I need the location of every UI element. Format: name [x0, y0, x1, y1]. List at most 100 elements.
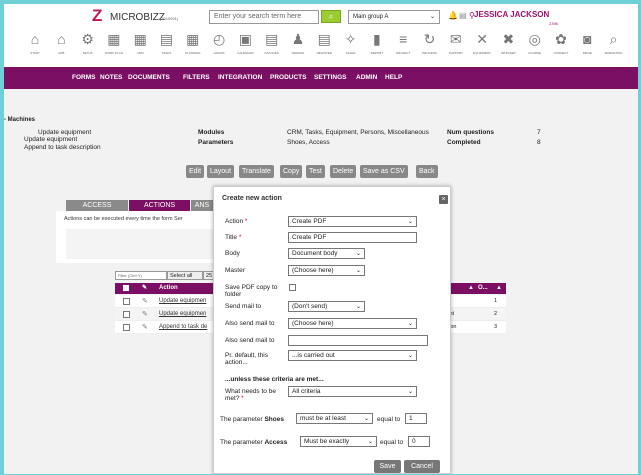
microbizz-logo[interactable]: Z — [92, 6, 102, 26]
toolbar-tasks-button[interactable]: ▤ Tasks — [156, 27, 178, 65]
delete-button[interactable]: Delete — [330, 165, 357, 178]
user-name[interactable]: JESSICA JACKSON — [474, 10, 549, 19]
action-select[interactable]: Create PDF ⌄ — [288, 216, 417, 227]
save-button[interactable]: Save — [374, 460, 401, 473]
action-label: Action * — [225, 218, 248, 225]
calendar-icon: ▣ — [238, 31, 252, 47]
toolbar-label: Connect — [553, 51, 569, 55]
layout-button[interactable]: Layout — [207, 165, 235, 178]
cancel-button[interactable]: Cancel — [404, 460, 440, 473]
toolbar-project-button[interactable]: ≡ Project — [392, 27, 414, 65]
nav-forms[interactable]: FORMS — [72, 74, 95, 81]
edit-pencil-icon[interactable]: ✎ — [142, 323, 148, 331]
copy-button[interactable]: Copy — [280, 165, 303, 178]
send-mail-select[interactable]: (Don't send) ⌄ — [288, 301, 365, 312]
table-row[interactable]: ✎ Update equipmen — [115, 308, 217, 321]
default-select[interactable]: ...is carried out ⌄ — [288, 350, 417, 361]
sort-up-icon[interactable]: ▲ — [468, 285, 474, 291]
col-order-header[interactable]: O... — [478, 285, 488, 291]
search-input[interactable]: Enter your search term here — [209, 10, 319, 24]
close-icon[interactable]: × — [439, 195, 448, 204]
back-button[interactable]: Back — [416, 165, 438, 178]
sort-up-icon[interactable]: ▲ — [496, 285, 502, 291]
toolbar-person-button[interactable]: ♟ Person — [287, 27, 309, 65]
also-send-input[interactable] — [288, 335, 428, 346]
tab-actions[interactable]: ACTIONS — [129, 200, 190, 211]
search-button[interactable]: ⌕ — [321, 10, 341, 23]
send-mail-select-value: (Don't send) — [292, 303, 328, 310]
col-action-header[interactable]: Action — [159, 285, 178, 291]
translate-button[interactable]: Translate — [239, 165, 274, 178]
toolbar-marketing-button[interactable]: ⌕ Marketing — [603, 27, 625, 65]
row-checkbox[interactable] — [123, 311, 130, 318]
nav-admin[interactable]: ADMIN — [356, 74, 377, 81]
toolbar-planning-button[interactable]: ▦ Planning — [182, 27, 204, 65]
also-send-select-value: (Choose here) — [292, 320, 334, 327]
filter-input[interactable]: Filter (Ctrl+Y) — [115, 271, 167, 280]
toolbar-equipment-button[interactable]: ✕ Equipment — [471, 27, 493, 65]
chevron-down-icon: ⌄ — [355, 268, 361, 274]
edit-pencil-icon[interactable]: ✎ — [142, 310, 148, 318]
action-select-value: Create PDF — [292, 218, 327, 225]
row-action-link[interactable]: Update equipmen — [159, 311, 206, 317]
nav-settings[interactable]: SETTINGS — [314, 74, 347, 81]
tab-answers[interactable]: ANS — [191, 200, 213, 211]
row-checkbox[interactable] — [123, 298, 130, 305]
access-value-input[interactable]: 0 — [408, 436, 430, 447]
nav-notes[interactable]: NOTES — [100, 74, 122, 81]
modules-value: CRM, Tasks, Equipment, Persons, Miscella… — [287, 129, 429, 136]
save-pdf-checkbox[interactable] — [289, 284, 296, 291]
table-row[interactable]: ✎ Update equipmen — [115, 295, 217, 308]
toolbar-calendar-button[interactable]: ▣ Calendar — [234, 27, 256, 65]
body-select[interactable]: Document body ⌄ — [288, 248, 365, 259]
toolbar-invoices-button[interactable]: ▤ Invoices — [261, 27, 283, 65]
chevron-down-icon: ⌄ — [407, 353, 413, 359]
save-csv-button[interactable]: Save as CSV — [360, 165, 408, 178]
also-send-select[interactable]: (Choose here) ⌄ — [288, 318, 417, 329]
shoes-value-input[interactable]: 1 — [405, 413, 427, 424]
toolbar-setup-button[interactable]: ⚙ Setup — [77, 27, 99, 65]
group-select[interactable]: Main group A ⌄ — [348, 10, 440, 24]
toolbar-drive-button[interactable]: ◙ Drive — [576, 27, 598, 65]
master-select[interactable]: (Choose here) ⌄ — [288, 265, 365, 276]
chat-icon[interactable]: ▤ — [459, 11, 467, 20]
access-condition-select[interactable]: Must be exactly ⌄ — [300, 436, 377, 447]
nav-products[interactable]: PRODUCTS — [270, 74, 306, 81]
row-action-link[interactable]: Append to task de — [159, 324, 207, 330]
edit-pencil-icon[interactable]: ✎ — [142, 297, 148, 305]
nav-filters[interactable]: FILTERS — [183, 74, 210, 81]
toolbar-label: Report — [370, 51, 384, 55]
shoes-condition-select[interactable]: must be at least ⌄ — [296, 413, 373, 424]
toolbar-intranet-button[interactable]: ✖ Intranet — [497, 27, 519, 65]
section-title: - Machines — [4, 117, 36, 123]
toolbar-connect-button[interactable]: ✿ Connect — [550, 27, 572, 65]
edit-button[interactable]: Edit — [186, 165, 205, 178]
bell-icon[interactable]: 🔔 — [448, 11, 458, 20]
nav-documents[interactable]: DOCUMENTS — [128, 74, 170, 81]
row-action-link[interactable]: Update equipmen — [159, 298, 206, 304]
toolbar-register-button[interactable]: ▤ Register — [313, 27, 335, 65]
nav-integration[interactable]: INTEGRATION — [218, 74, 262, 81]
row-checkbox[interactable] — [123, 324, 130, 331]
header-checkbox[interactable] — [123, 285, 129, 291]
select-all-button[interactable]: Select all — [167, 271, 203, 280]
toolbar-start-button[interactable]: ⌂ Start — [24, 27, 46, 65]
toolbar-report-button[interactable]: ▮ Report — [366, 27, 388, 65]
tab-access[interactable]: ACCESS — [66, 200, 128, 211]
toolbar-support-button[interactable]: ✉ Support — [445, 27, 467, 65]
toolbar-hours-button[interactable]: ◴ Hours — [208, 27, 230, 65]
toolbar-course-button[interactable]: ◎ Course — [524, 27, 546, 65]
title-label: Title * — [225, 234, 242, 241]
actions-description: Actions can be executed every time the f… — [64, 216, 183, 222]
toolbar-process-button[interactable]: ↻ Process — [419, 27, 441, 65]
nav-help[interactable]: HELP — [385, 74, 402, 81]
row-order: 3 — [494, 324, 498, 330]
needs-select[interactable]: All criteria ⌄ — [288, 386, 417, 397]
table-row[interactable]: ✎ Append to task de — [115, 321, 217, 334]
test-button[interactable]: Test — [306, 165, 325, 178]
toolbar-work-plan-button[interactable]: ▦ Work Plan — [103, 27, 125, 65]
toolbar-sales-button[interactable]: ✧ Sales — [340, 27, 362, 65]
toolbar-crm-button[interactable]: ▦ CRM — [129, 27, 151, 65]
title-input[interactable]: Create PDF — [288, 232, 417, 243]
toolbar-adb-button[interactable]: ⌂ ADB — [50, 27, 72, 65]
